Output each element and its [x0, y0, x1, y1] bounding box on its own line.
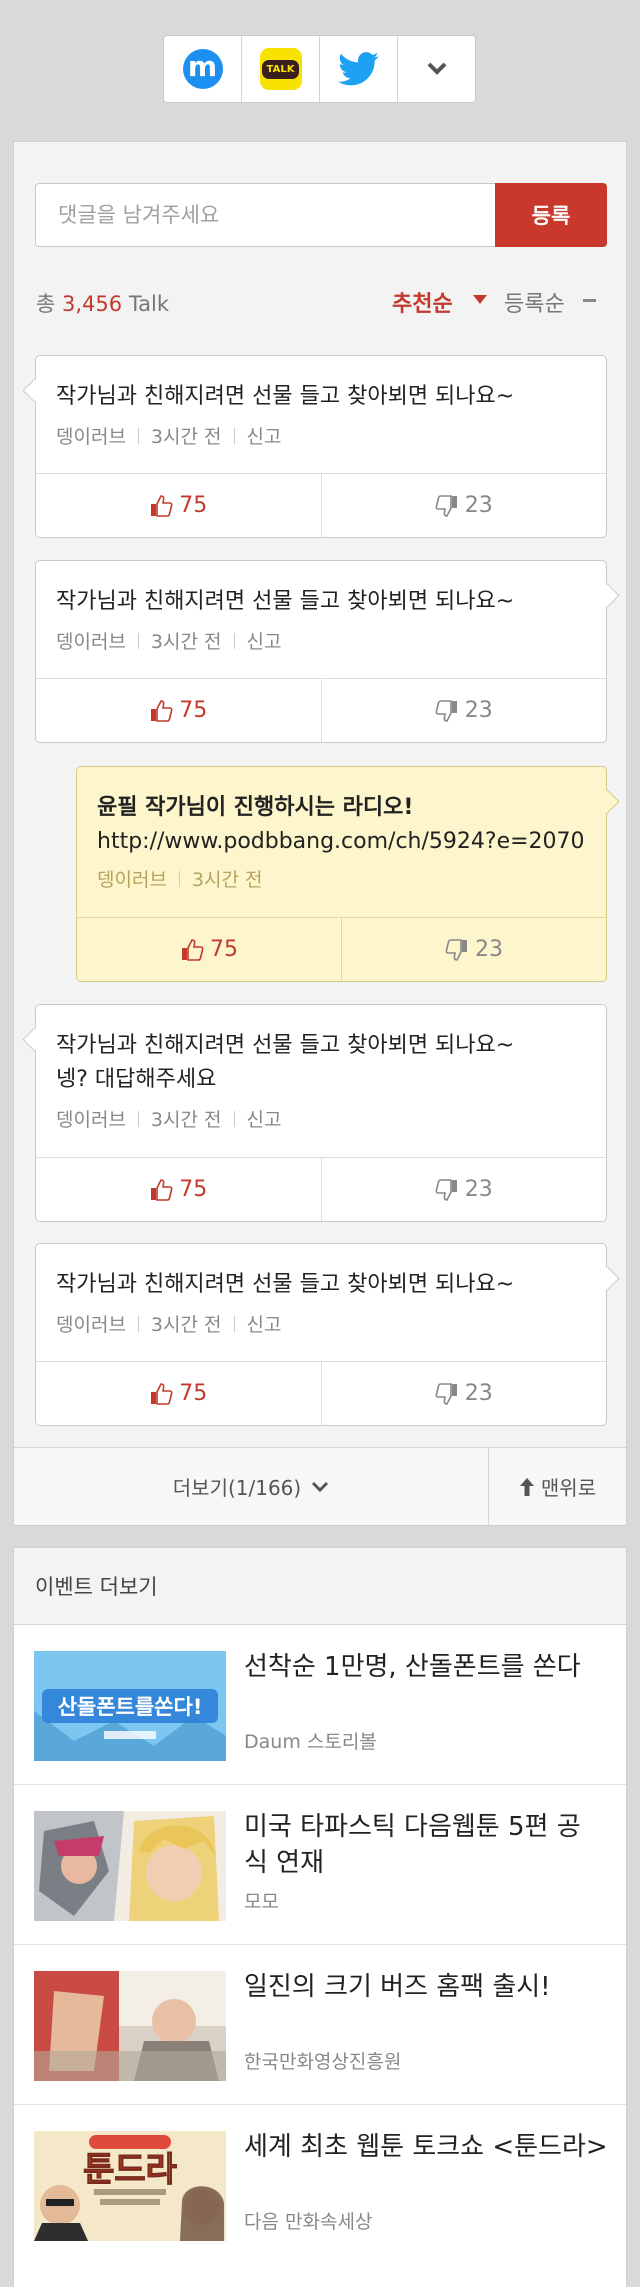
scroll-top-button[interactable]: 맨위로 [488, 1448, 626, 1525]
event-source: 다음 만화속세상 [244, 2211, 373, 2233]
comment-count: 총 3,456 Talk [36, 292, 170, 316]
comment-input[interactable]: 댓글을 남겨주세요 [35, 183, 495, 247]
thumbs-up-icon [151, 494, 173, 517]
report-link[interactable]: 신고 [247, 1105, 282, 1132]
report-link[interactable]: 신고 [247, 422, 282, 449]
event-item[interactable]: 미국 타파스틱 다음웹툰 5편 공 식 연재 모모 [14, 1785, 626, 1945]
thumbs-up-icon [151, 1178, 173, 1201]
event-title: 미국 타파스틱 다음웹툰 5편 공 식 연재 [244, 1812, 581, 1878]
comment-author: 뎅이러브 [56, 631, 126, 653]
event-item[interactable]: 툰드라 세계 최초 웹툰 토크쇼 <툰드라> 다음 만화속세상 [14, 2105, 626, 2265]
like-button[interactable]: 75 [36, 679, 321, 742]
dislike-button[interactable]: 23 [320, 474, 607, 537]
share-mypeople-button[interactable]: m [164, 36, 242, 102]
share-bar: m TALK [163, 35, 476, 103]
comment-meta: 뎅이러브 3시간 전 신고 [56, 1310, 281, 1337]
vote-row: 75 23 [36, 1361, 606, 1425]
submit-button[interactable]: 등록 [495, 183, 607, 247]
like-button[interactable]: 75 [36, 1362, 321, 1425]
event-thumbnail: 산돌폰트를쏜다! [34, 1651, 226, 1761]
dislike-button[interactable]: 23 [320, 679, 607, 742]
comment-text: 작가님과 친해지려면 선물 들고 찾아뵈면 되나요~ 넹? 대답해주세요 [56, 1033, 515, 1092]
comment-meta: 뎅이러브 3시간 전 신고 [56, 422, 281, 449]
share-more-button[interactable] [398, 36, 475, 102]
event-thumbnail [34, 1811, 226, 1921]
event-item[interactable]: 일진의 크기 버즈 홈팩 출시! 한국만화영상진흥원 [14, 1945, 626, 2105]
comment-author: 뎅이러브 [97, 869, 167, 891]
event-heading: 이벤트 더보기 [14, 1548, 626, 1625]
comment-item: 작가님과 친해지려면 선물 들고 찾아뵈면 되나요~ 넹? 대답해주세요 뎅이러… [35, 1004, 607, 1222]
dislike-button[interactable]: 23 [341, 918, 606, 981]
share-twitter-button[interactable] [320, 36, 398, 102]
svg-text:산돌폰트를쏜다!: 산돌폰트를쏜다! [58, 1695, 203, 1719]
report-link[interactable]: 신고 [247, 1310, 282, 1337]
thumbs-up-icon [182, 938, 204, 961]
load-more-button[interactable]: 더보기(1/166) [14, 1448, 488, 1525]
kakaotalk-icon: TALK [259, 48, 302, 90]
vote-row: 75 23 [36, 473, 606, 537]
event-title: 선착순 1만명, 산돌폰트를 쏜다 [244, 1652, 581, 1682]
like-button[interactable]: 75 [77, 918, 341, 981]
m-logo-icon: m [182, 49, 223, 89]
like-button[interactable]: 75 [36, 1158, 321, 1221]
comment-author: 뎅이러브 [56, 1109, 126, 1131]
comment-time: 3시간 전 [191, 869, 263, 891]
comment-form: 댓글을 남겨주세요 등록 [35, 183, 607, 247]
vote-row: 75 23 [36, 1157, 606, 1221]
dislike-button[interactable]: 23 [320, 1362, 607, 1425]
thumbs-up-icon [151, 1382, 173, 1405]
sort-recommend-button[interactable]: 추천순 [392, 286, 453, 318]
chevron-down-icon [427, 62, 446, 75]
like-button[interactable]: 75 [36, 474, 321, 537]
comment-meta: 뎅이러브 3시간 전 신고 [56, 627, 281, 654]
comment-text: 작가님과 친해지려면 선물 들고 찾아뵈면 되나요~ [56, 1272, 515, 1297]
more-bar: 더보기(1/166) 맨위로 [14, 1447, 626, 1525]
event-item[interactable]: 산돌폰트를쏜다! 선착순 1만명, 산돌폰트를 쏜다 Daum 스토리볼 [14, 1625, 626, 1785]
share-kakaotalk-button[interactable]: TALK [242, 36, 320, 102]
comment-meta: 뎅이러브 3시간 전 신고 [56, 1105, 281, 1132]
event-thumbnail: 툰드라 [34, 2131, 226, 2241]
comment-time: 3시간 전 [150, 1314, 222, 1336]
twitter-bird-icon [337, 52, 379, 86]
comment-time: 3시간 전 [150, 631, 222, 653]
comment-text: 작가님과 친해지려면 선물 들고 찾아뵈면 되나요~ [56, 589, 515, 614]
event-thumbnail [34, 1971, 226, 2081]
thumbs-down-icon [445, 938, 467, 961]
dislike-button[interactable]: 23 [320, 1158, 607, 1221]
svg-text:툰드라: 툰드라 [83, 2150, 177, 2190]
event-title: 세계 최초 웹툰 토크쇼 <툰드라> [244, 2132, 608, 2162]
thumbs-down-icon [435, 699, 457, 722]
thumbs-down-icon [435, 494, 457, 517]
reply-item: 윤필 작가님이 진행하시는 라디오! http://www.podbbang.c… [76, 766, 607, 982]
minus-icon [583, 299, 596, 302]
comment-author: 뎅이러브 [56, 1314, 126, 1336]
thumbs-down-icon [435, 1178, 457, 1201]
thumbs-up-icon [151, 699, 173, 722]
arrow-up-icon [519, 1477, 534, 1496]
sort-recent-button[interactable]: 등록순 [504, 286, 565, 318]
comment-time: 3시간 전 [150, 1109, 222, 1131]
event-source: 모모 [244, 1891, 279, 1913]
comment-author: 뎅이러브 [56, 426, 126, 448]
caret-down-icon [473, 295, 487, 304]
event-title: 일진의 크기 버즈 홈팩 출시! [244, 1972, 551, 2002]
comment-time: 3시간 전 [150, 426, 222, 448]
vote-row: 75 23 [36, 678, 606, 742]
comment-item: 작가님과 친해지려면 선물 들고 찾아뵈면 되나요~ 뎅이러브 3시간 전 신고… [35, 1243, 607, 1426]
comment-item: 작가님과 친해지려면 선물 들고 찾아뵈면 되나요~ 뎅이러브 3시간 전 신고… [35, 355, 607, 538]
chevron-down-icon [312, 1481, 329, 1492]
thumbs-down-icon [435, 1382, 457, 1405]
reply-text: 윤필 작가님이 진행하시는 라디오! http://www.podbbang.c… [97, 795, 585, 854]
event-panel: 이벤트 더보기 산돌폰트를쏜다! 선착순 1만명, 산돌폰트를 쏜다 Daum … [13, 1547, 627, 2287]
comment-item: 작가님과 친해지려면 선물 들고 찾아뵈면 되나요~ 뎅이러브 3시간 전 신고… [35, 560, 607, 743]
vote-row: 75 23 [77, 917, 606, 981]
comment-text: 작가님과 친해지려면 선물 들고 찾아뵈면 되나요~ [56, 384, 515, 409]
event-source: 한국만화영상진흥원 [244, 2051, 402, 2073]
report-link[interactable]: 신고 [247, 627, 282, 654]
event-source: Daum 스토리볼 [244, 1731, 377, 1753]
comments-panel: 댓글을 남겨주세요 등록 총 3,456 Talk 추천순 등록순 작가님과 친… [13, 141, 627, 1526]
comment-meta: 뎅이러브 3시간 전 [97, 865, 263, 892]
